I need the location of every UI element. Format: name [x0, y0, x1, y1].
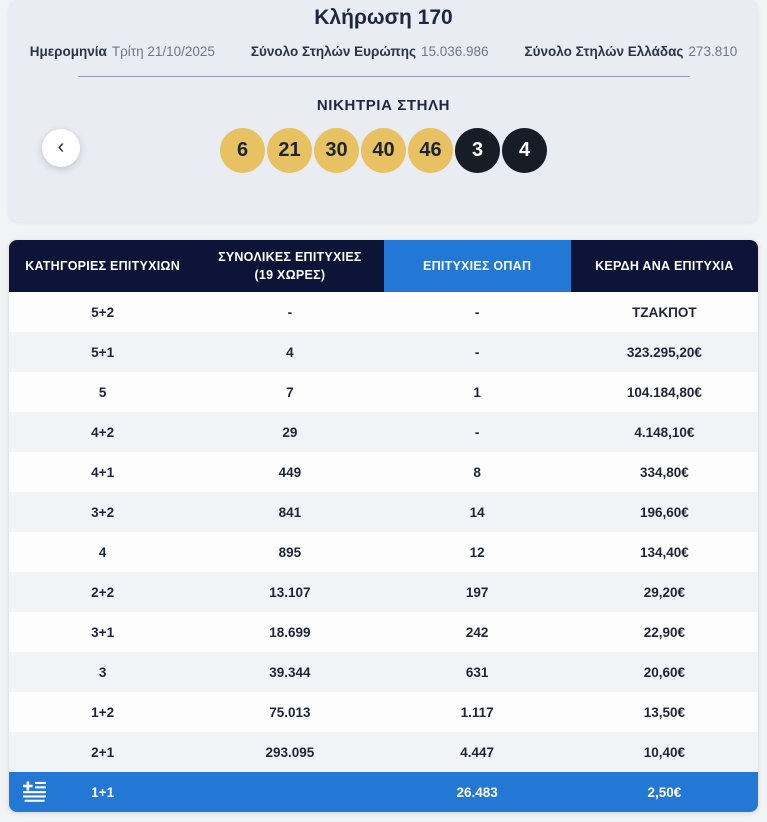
prize-table-card: ΚΑΤΗΓΟΡΙΕΣ ΕΠΙΤΥΧΙΩΝ ΣΥΝΟΛΙΚΕΣ ΕΠΙΤΥΧΙΕΣ(…	[9, 240, 758, 812]
total-wins-cell	[196, 772, 383, 812]
category-cell: 1+2	[91, 704, 115, 720]
category-cell: 3+1	[91, 624, 115, 640]
category-cell: 5+2	[91, 304, 115, 320]
prize-cell: 134,40€	[639, 544, 689, 560]
page-title: Κλήρωση 170	[314, 6, 453, 29]
prize-cell: 323.295,20€	[626, 344, 702, 360]
table-row: 4+1 449 8 334,80€	[9, 452, 758, 492]
total-wins-cell: -	[287, 304, 293, 320]
winning-number-ball: 46	[408, 128, 453, 173]
draw-date: Ημερομηνία Τρίτη 21/10/2025	[30, 44, 215, 59]
greece-columns: Σύνολο Στηλών Ελλάδας 273.810	[525, 44, 738, 59]
table-row: 3+2 841 14 196,60€	[9, 492, 758, 532]
date-label: Ημερομηνία	[29, 44, 107, 59]
europe-columns: Σύνολο Στηλών Ευρώπης 15.036.986	[251, 44, 489, 59]
table-row: 2+2 13.107 197 29,20€	[9, 572, 758, 612]
category-cell: 4	[98, 544, 107, 560]
category-cell: 3+2	[91, 504, 115, 520]
europe-columns-value: 15.036.986	[420, 44, 489, 59]
prize-cell: 2,50€	[647, 784, 682, 800]
extra-number-ball: 3	[455, 128, 500, 173]
opap-wins-cell: 4.447	[460, 744, 495, 760]
total-wins-cell: 18.699	[269, 624, 311, 640]
extra-number-ball: 4	[502, 128, 547, 173]
category-cell: 2+1	[91, 744, 115, 760]
prize-cell: 13,50€	[643, 704, 686, 720]
opap-wins-cell: 14	[469, 504, 485, 520]
greek-flag-icon	[23, 781, 46, 803]
category-cell: 1+1	[9, 772, 196, 812]
opap-wins-cell: 12	[469, 544, 485, 560]
table-row: 2+1 293.095 4.447 10,40€	[9, 732, 758, 772]
category-cell: 5	[98, 384, 107, 400]
table-row: 5+1 4 - 323.295,20€	[9, 332, 758, 372]
table-row: 3 39.344 631 20,60€	[9, 652, 758, 692]
previous-draw-button[interactable]: ‹	[42, 129, 80, 167]
opap-wins-cell: -	[474, 304, 480, 320]
prize-cell: 20,60€	[643, 664, 686, 680]
table-row: 3+1 18.699 242 22,90€	[9, 612, 758, 652]
europe-columns-label: Σύνολο Στηλών Ευρώπης	[250, 44, 416, 59]
prize-cell: 4.148,10€	[634, 424, 695, 440]
draw-info-row: Ημερομηνία Τρίτη 21/10/2025 Σύνολο Στηλών…	[9, 44, 758, 59]
winning-number-ball: 6	[220, 128, 265, 173]
total-wins-cell: 293.095	[265, 744, 315, 760]
table-row: 4 895 12 134,40€	[9, 532, 758, 572]
table-row: 1+2 75.013 1.117 13,50€	[9, 692, 758, 732]
opap-wins-cell: 242	[465, 624, 489, 640]
greece-columns-value: 273.810	[688, 44, 738, 59]
category-cell: 5+1	[91, 344, 115, 360]
prize-cell: 29,20€	[643, 584, 686, 600]
date-value: Τρίτη 21/10/2025	[111, 44, 215, 59]
winning-column-title: ΝΙΚΗΤΡΙΑ ΣΤΗΛΗ	[316, 97, 451, 114]
table-header-row: ΚΑΤΗΓΟΡΙΕΣ ΕΠΙΤΥΧΙΩΝ ΣΥΝΟΛΙΚΕΣ ΕΠΙΤΥΧΙΕΣ(…	[9, 240, 758, 292]
table-row: 5 7 1 104.184,80€	[9, 372, 758, 412]
column-header: ΕΠΙΤΥΧΙΕΣ ΟΠΑΠ	[383, 240, 571, 292]
total-wins-cell: 7	[286, 384, 294, 400]
category-cell: 3	[98, 664, 107, 680]
prize-cell: 22,90€	[643, 624, 686, 640]
category-cell: 2+2	[91, 584, 115, 600]
winning-number-ball: 30	[314, 128, 359, 173]
table-row: 4+2 29 - 4.148,10€	[9, 412, 758, 452]
opap-wins-cell: 631	[465, 664, 489, 680]
category-cell: 4+1	[91, 464, 115, 480]
column-header: ΚΑΤΗΓΟΡΙΕΣ ΕΠΙΤΥΧΙΩΝ	[9, 240, 197, 292]
total-wins-cell: 841	[278, 504, 302, 520]
column-header: ΣΥΝΟΛΙΚΕΣ ΕΠΙΤΥΧΙΕΣ (19 ΧΩΡΕΣ)	[196, 240, 384, 292]
prize-cell: 196,60€	[639, 504, 689, 520]
total-wins-cell: 895	[278, 544, 302, 560]
total-wins-cell: 39.344	[269, 664, 311, 680]
table-row: 5+2 - - ΤΖΑΚΠΟΤ	[9, 292, 758, 332]
draw-summary-card: Κλήρωση 170 Ημερομηνία Τρίτη 21/10/2025 Σ…	[9, 0, 758, 222]
opap-wins-cell: 8	[473, 464, 481, 480]
category-cell: 4+2	[91, 424, 115, 440]
total-wins-cell: 75.013	[269, 704, 311, 720]
prize-cell: 10,40€	[643, 744, 686, 760]
winning-number-ball: 40	[361, 128, 406, 173]
opap-wins-cell: -	[474, 424, 480, 440]
column-header-subline: (19 ΧΩΡΕΣ)	[254, 268, 326, 282]
opap-wins-cell: -	[474, 344, 480, 360]
total-wins-cell: 449	[278, 464, 302, 480]
winning-numbers-row: 6 21 30 40 46 3 4	[9, 128, 758, 173]
greek-flag-icon	[23, 781, 46, 802]
opap-wins-cell: 197	[465, 584, 489, 600]
greece-columns-label: Σύνολο Στηλών Ελλάδας	[524, 44, 684, 59]
total-wins-cell: 29	[282, 424, 298, 440]
divider	[77, 76, 690, 77]
total-wins-cell: 4	[286, 344, 294, 360]
total-wins-cell: 13.107	[269, 584, 311, 600]
chevron-left-icon: ‹	[57, 135, 65, 158]
prize-cell: 334,80€	[639, 464, 689, 480]
prize-table: ΚΑΤΗΓΟΡΙΕΣ ΕΠΙΤΥΧΙΩΝ ΣΥΝΟΛΙΚΕΣ ΕΠΙΤΥΧΙΕΣ(…	[9, 240, 758, 812]
opap-wins-cell: 26.483	[456, 784, 498, 800]
prize-cell: 104.184,80€	[626, 384, 702, 400]
winning-number-ball: 21	[267, 128, 312, 173]
prize-cell: ΤΖΑΚΠΟΤ	[632, 304, 697, 320]
opap-wins-cell: 1.117	[460, 704, 494, 720]
table-row: 1+1 26.483 2,50€	[9, 772, 758, 812]
column-header: ΚΕΡΔΗ ΑΝΑ ΕΠΙΤΥΧΙΑ	[570, 240, 758, 292]
opap-wins-cell: 1	[473, 384, 481, 400]
